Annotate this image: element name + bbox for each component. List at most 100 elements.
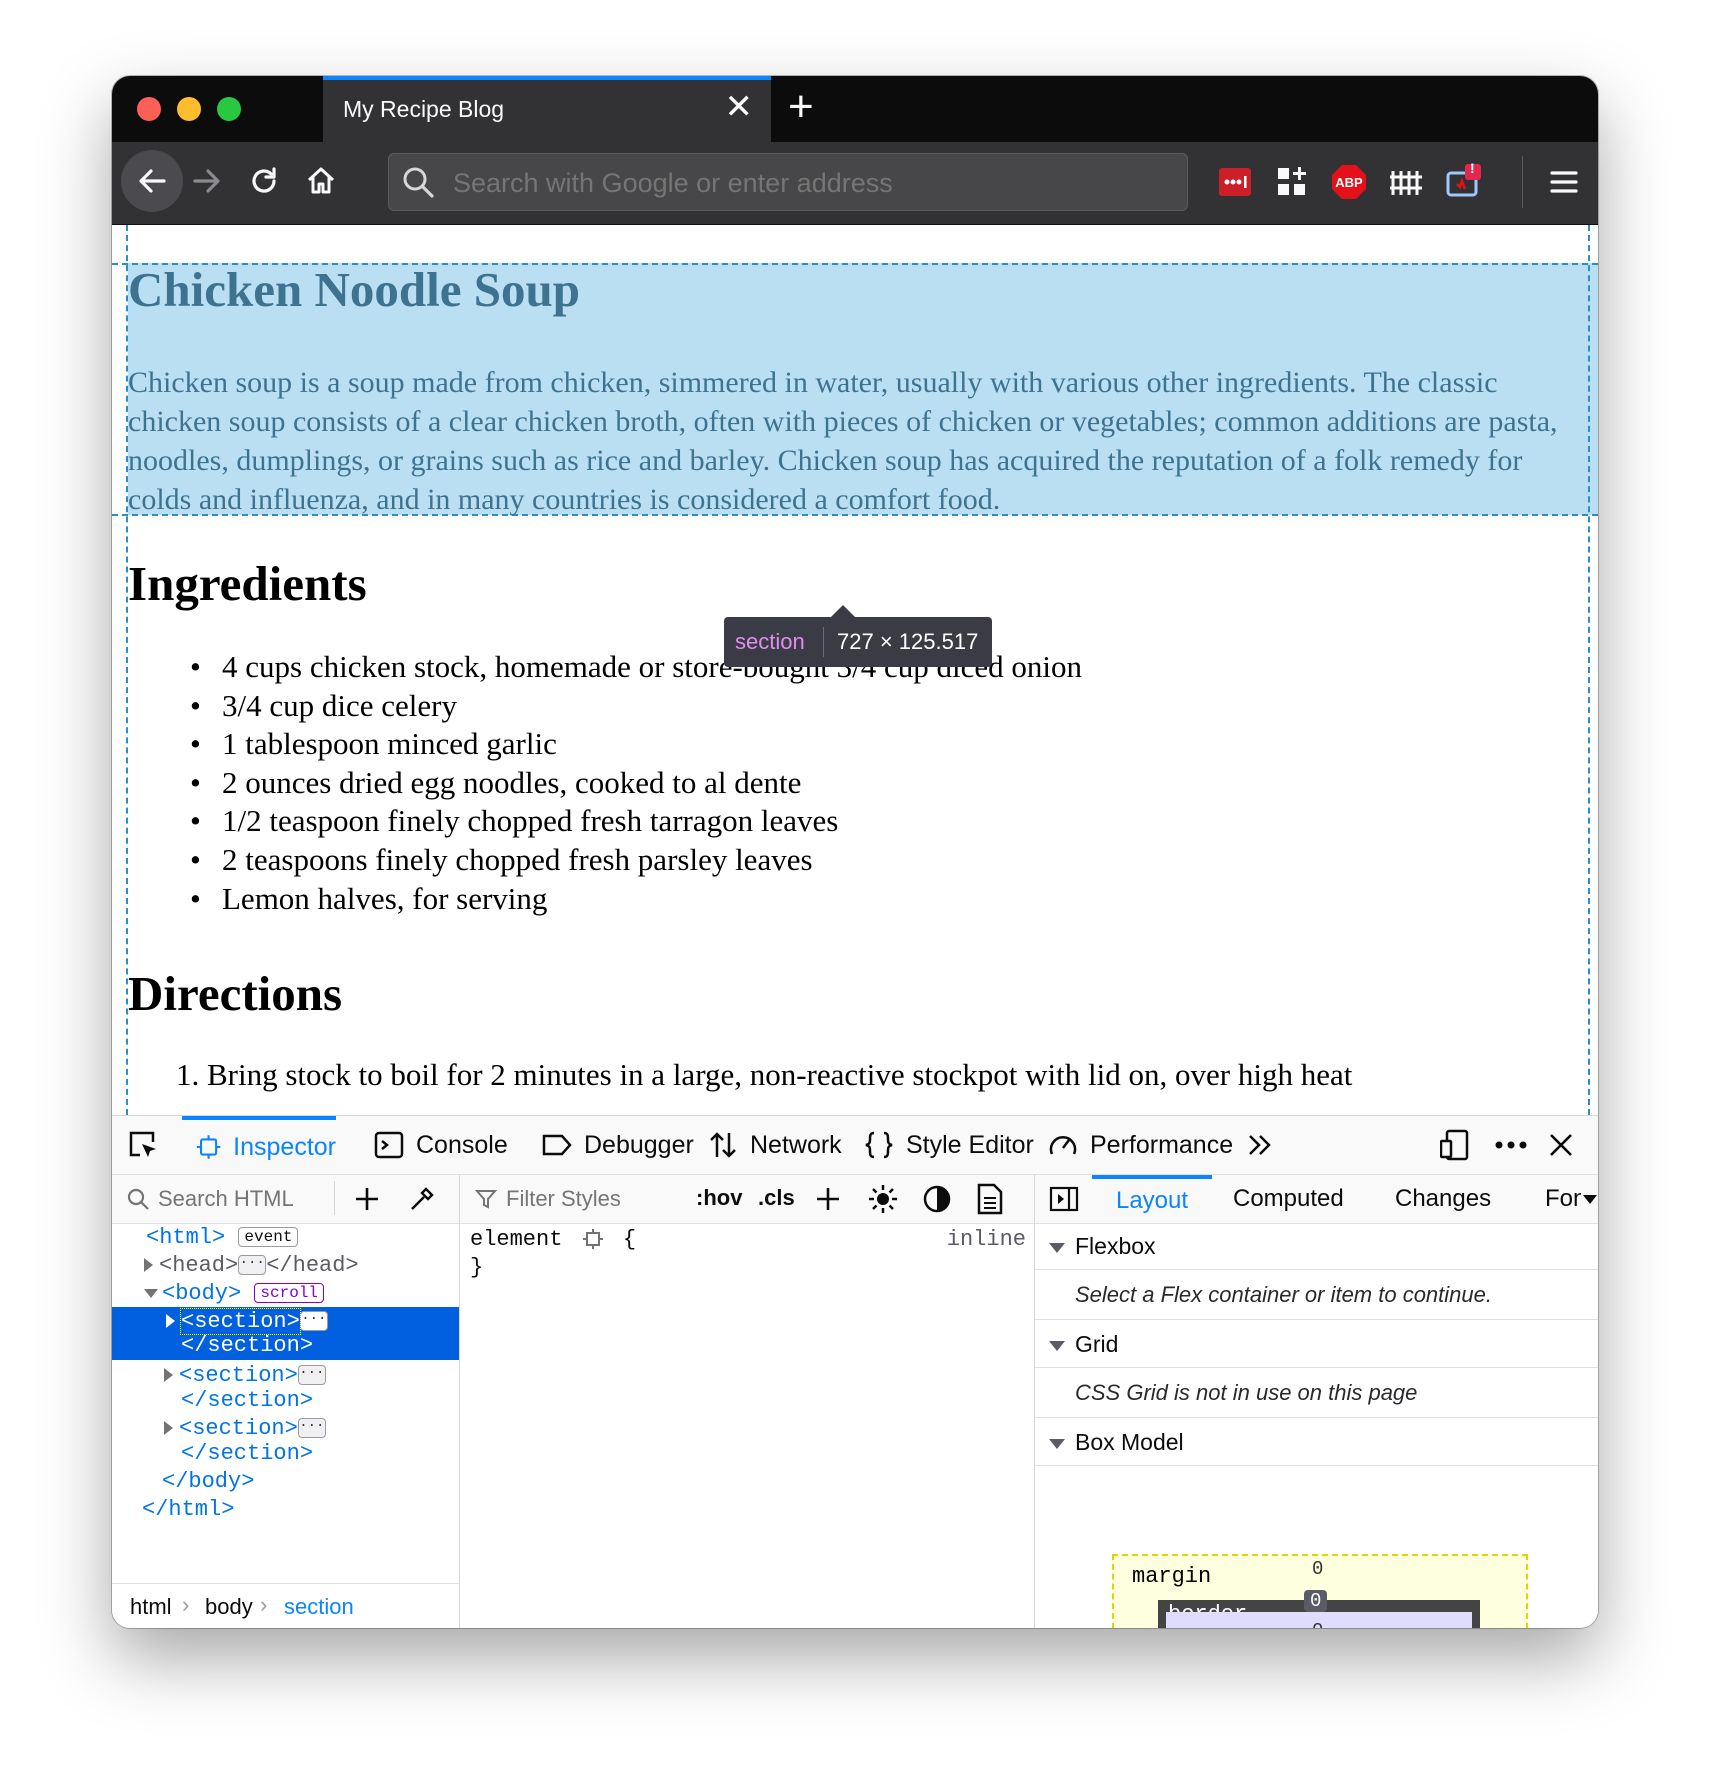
notification-extension-icon[interactable]: ! (1443, 160, 1483, 202)
scroll-badge[interactable]: scroll (254, 1283, 325, 1304)
tab-layout[interactable]: Layout (1092, 1175, 1212, 1223)
filter-icon (474, 1190, 498, 1209)
node-target-icon[interactable] (582, 1228, 604, 1250)
event-badge[interactable]: event (238, 1227, 299, 1248)
reload-button[interactable] (233, 150, 295, 212)
head-close-tag: </head> (266, 1253, 359, 1278)
devtools-options-button[interactable] (1494, 1116, 1540, 1174)
add-rule-icon[interactable] (814, 1185, 842, 1213)
minimize-window-button[interactable] (177, 97, 201, 121)
tab-debugger[interactable]: Debugger (542, 1116, 694, 1174)
hamburger-menu-button[interactable] (1544, 162, 1584, 202)
tab-network[interactable]: Network (708, 1116, 842, 1174)
expand-triangle-icon[interactable] (144, 1258, 153, 1273)
sidebar-pane: Layout Computed Changes Fon Flexbox Sele… (1035, 1175, 1598, 1628)
directions-step: 1. Bring stock to boil for 2 minutes in … (176, 1057, 1353, 1092)
browser-tab[interactable]: My Recipe Blog ✕ (323, 76, 771, 142)
light-mode-icon[interactable] (868, 1184, 898, 1214)
margin-top-value[interactable]: 0 (1312, 1558, 1323, 1580)
breadcrumb: html › body › section (112, 1583, 459, 1628)
ellipsis-badge[interactable]: ··· (297, 1365, 326, 1386)
lastpass-icon[interactable] (1215, 162, 1255, 202)
eyedropper-icon[interactable] (408, 1185, 436, 1213)
boxmodel-accordion[interactable]: Box Model (1035, 1419, 1598, 1466)
responsive-design-button[interactable] (1440, 1116, 1482, 1174)
breadcrumb-html[interactable]: html (130, 1594, 172, 1620)
page-content: Chicken Noodle Soup Chicken soup is a so… (112, 225, 1598, 1115)
adblock-plus-icon[interactable]: ABP (1329, 162, 1369, 202)
section-close-tag: </section> (181, 1441, 314, 1466)
tab-inspector[interactable]: Inspector (182, 1116, 336, 1174)
rules-pane: :hov .cls element { } inline (460, 1175, 1035, 1628)
grid-plus-icon[interactable] (1272, 162, 1312, 202)
tab-changes[interactable]: Changes (1395, 1175, 1491, 1223)
fence-glyph (1390, 171, 1422, 195)
abp-label: ABP (1335, 175, 1363, 190)
tab-performance[interactable]: Performance (1048, 1116, 1233, 1174)
tree-node-body[interactable]: <body> scroll (112, 1279, 491, 1309)
grid-accordion[interactable]: Grid (1035, 1321, 1598, 1368)
expand-triangle-icon[interactable] (164, 1368, 173, 1383)
element-picker-button[interactable] (126, 1116, 172, 1174)
section-close-tag: </section> (181, 1333, 314, 1358)
url-input[interactable] (451, 154, 1175, 212)
responsive-icon (1440, 1129, 1469, 1161)
forward-button[interactable] (176, 150, 238, 212)
tab-inspector-label: Inspector (233, 1132, 336, 1161)
hov-toggle[interactable]: :hov (696, 1185, 742, 1211)
padding-top-value[interactable]: 0 (1312, 1620, 1323, 1628)
toolbar-separator (1522, 156, 1523, 208)
cls-toggle[interactable]: .cls (758, 1185, 795, 1211)
zoom-window-button[interactable] (217, 97, 241, 121)
toggle-sidebar-icon[interactable] (1049, 1185, 1079, 1213)
close-window-button[interactable] (137, 97, 161, 121)
breadcrumb-body[interactable]: body (205, 1594, 253, 1620)
fence-icon[interactable] (1386, 162, 1426, 202)
tab-style-editor[interactable]: Style Editor (864, 1116, 1034, 1174)
expand-triangle-icon[interactable] (164, 1421, 173, 1436)
tree-node-head[interactable]: <head>···</head> (112, 1251, 491, 1281)
tree-node-html-close: </html> (112, 1495, 489, 1525)
navigation-toolbar: ABP ! (112, 142, 1598, 225)
breadcrumb-section[interactable]: section (284, 1594, 354, 1620)
page-title: Chicken Noodle Soup (128, 262, 581, 317)
close-tab-icon[interactable]: ✕ (725, 90, 754, 124)
sidebar-tabs: Layout Computed Changes Fon (1035, 1175, 1598, 1224)
home-button[interactable] (290, 150, 352, 212)
ellipsis-badge[interactable]: ··· (297, 1418, 326, 1439)
filter-styles-input[interactable] (504, 1183, 668, 1215)
search-html-input[interactable] (156, 1183, 330, 1215)
network-icon (710, 1132, 736, 1158)
ellipsis-badge[interactable]: ··· (299, 1311, 328, 1332)
tab-computed[interactable]: Computed (1233, 1175, 1344, 1223)
tab-debugger-label: Debugger (584, 1130, 694, 1159)
close-icon (1550, 1134, 1572, 1156)
ellipsis-badge[interactable]: ··· (238, 1255, 267, 1276)
collapse-triangle-icon[interactable] (144, 1288, 158, 1298)
back-button[interactable] (121, 150, 183, 212)
devtools-tabbar: Inspector Console Debugger Network Style… (112, 1116, 1598, 1175)
margin-label: margin (1132, 1564, 1212, 1589)
more-tools-button[interactable] (1245, 1116, 1287, 1174)
print-media-icon[interactable] (976, 1183, 1004, 1215)
border-top-value[interactable]: 0 (1304, 1590, 1328, 1612)
selected-node-section[interactable]: <section>··· </section> (112, 1307, 459, 1360)
chevron-down-icon[interactable] (1583, 1195, 1597, 1204)
section-open-tag: <section> (179, 1363, 298, 1388)
new-tab-icon[interactable]: + (788, 82, 814, 132)
devtools-panel: Inspector Console Debugger Network Style… (112, 1115, 1598, 1628)
list-item: 2 ounces dried egg noodles, cooked to al… (190, 764, 1082, 803)
dark-mode-icon[interactable] (922, 1184, 952, 1214)
address-bar[interactable] (388, 153, 1188, 212)
grid-heading: Grid (1075, 1331, 1119, 1357)
tab-fonts[interactable]: Fon (1545, 1175, 1581, 1223)
tab-console[interactable]: Console (374, 1116, 508, 1174)
close-devtools-button[interactable] (1548, 1116, 1586, 1174)
ingredients-heading: Ingredients (128, 556, 367, 611)
tree-node-html[interactable]: <html> event (112, 1223, 493, 1253)
expand-triangle-icon[interactable] (166, 1314, 175, 1329)
add-node-icon[interactable] (353, 1185, 381, 1213)
selected-section-open-row: <section>··· (166, 1308, 328, 1335)
rule-source[interactable]: inline (947, 1227, 1026, 1252)
flexbox-accordion[interactable]: Flexbox (1035, 1223, 1598, 1270)
